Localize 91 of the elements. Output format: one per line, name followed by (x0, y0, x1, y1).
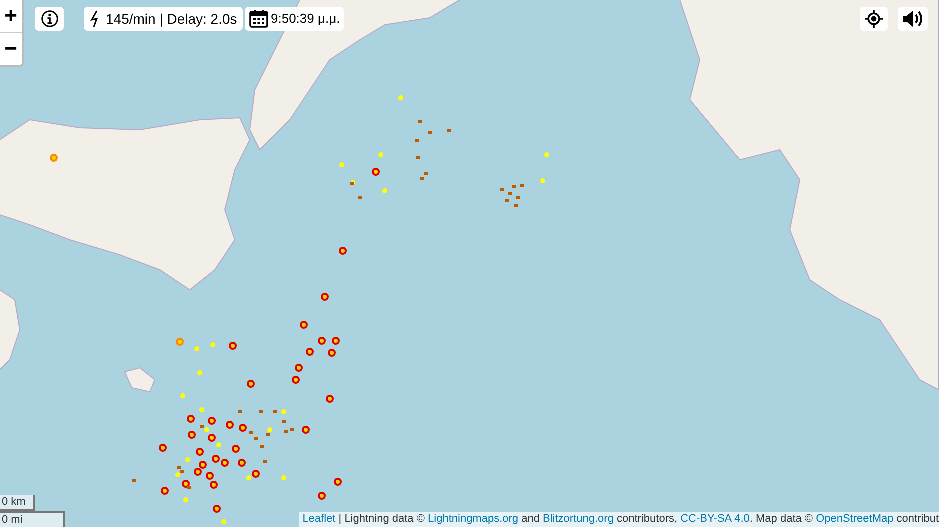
lightning-strike-marker (447, 129, 451, 132)
lightning-strike-marker (508, 192, 512, 195)
lightning-strike-marker (424, 172, 428, 175)
lightning-strike-marker (259, 410, 263, 413)
lightning-strike-marker (249, 431, 253, 434)
lightning-strike-marker (302, 426, 310, 434)
lightning-strike-marker (505, 199, 509, 202)
lightning-strike-marker (398, 96, 404, 100)
lightning-strike-marker (332, 337, 340, 345)
lightning-strike-marker (232, 445, 240, 453)
time-text: 9:50:39 μ.μ. (271, 10, 340, 28)
lightning-strike-marker (159, 444, 167, 452)
lightning-strike-marker (50, 154, 58, 162)
lightning-strike-marker (186, 458, 190, 462)
locate-button[interactable] (860, 7, 888, 31)
lightning-strike-marker (200, 408, 204, 412)
island-shape (124, 367, 156, 393)
lightning-strike-marker (326, 395, 334, 403)
lightning-strike-marker (188, 431, 196, 439)
lightning-strike-marker (226, 421, 234, 429)
lightning-strike-marker (196, 448, 204, 456)
lightning-strike-marker (282, 476, 286, 480)
lightning-strike-marker (194, 346, 200, 352)
zoom-out-button[interactable]: − (0, 33, 22, 65)
info-icon (40, 10, 58, 28)
lightning-strike-marker (418, 120, 422, 123)
lightning-strike-marker (161, 487, 169, 495)
lightning-strike-marker (378, 152, 384, 158)
lightning-strike-marker (540, 178, 546, 184)
lightning-strike-marker (318, 337, 326, 345)
lightning-strike-marker (282, 420, 286, 423)
lightning-strike-marker (321, 293, 329, 301)
lightning-strike-marker (247, 380, 255, 388)
attribution-link[interactable]: Blitzortung.org (543, 513, 614, 525)
lightning-strike-marker (132, 479, 136, 482)
rate-text: 145/min | Delay: 2.0s (106, 10, 238, 29)
lightning-strike-marker (334, 478, 342, 486)
lightning-strike-marker (254, 437, 258, 440)
lightning-strike-marker (328, 349, 336, 357)
lightning-strike-marker (520, 184, 524, 187)
lightning-strike-marker (544, 152, 550, 158)
lightning-strike-marker (306, 348, 314, 356)
lightning-strike-marker (415, 139, 419, 142)
lightning-strike-marker (238, 410, 242, 413)
lightning-strike-marker (340, 162, 344, 168)
lightning-strike-marker (300, 321, 308, 329)
lightning-strike-marker (180, 394, 186, 398)
lightning-strike-marker (358, 196, 362, 199)
attribution-text: Leaflet | Lightning data © Lightningmaps.org and Blitzortung.org contributors, CC-BY-SA 4.0. Map data © OpenStreetMap contribut (302, 512, 939, 527)
lightning-strike-marker (372, 168, 380, 176)
lightning-strike-marker (210, 342, 216, 348)
sound-button[interactable] (898, 7, 928, 31)
lightning-strike-marker (428, 131, 432, 134)
info-button[interactable] (35, 7, 64, 31)
lightning-strike-marker (187, 415, 195, 423)
lightning-strike-marker (213, 505, 221, 513)
lightning-strike-marker (290, 428, 294, 431)
lightning-strike-marker (229, 342, 237, 350)
scale-bar-km: 0 km (0, 495, 35, 511)
lightning-strike-marker (416, 156, 420, 159)
zoom-in-button[interactable]: + (0, 0, 22, 33)
attribution-link[interactable]: Lightningmaps.org (428, 513, 519, 525)
lightning-strike-marker (516, 196, 520, 199)
locate-icon (865, 10, 883, 28)
lightning-strike-marker (292, 376, 300, 384)
lightning-strike-marker (284, 430, 288, 433)
lightning-strike-marker (238, 459, 246, 467)
calendar-icon (249, 9, 269, 29)
lightning-strike-marker (222, 520, 226, 524)
lightning-strike-marker (273, 410, 277, 413)
lightning-strike-marker (176, 338, 184, 346)
lightning-strike-marker (318, 492, 326, 500)
lightning-strike-marker (382, 188, 388, 194)
lightning-strike-marker (420, 177, 424, 180)
lightning-strike-marker (514, 204, 518, 207)
attribution-link[interactable]: CC-BY-SA 4.0 (680, 513, 750, 525)
lightning-strike-marker (295, 364, 303, 372)
lightning-strike-marker (512, 185, 516, 188)
lightning-strike-marker (198, 370, 202, 376)
lightning-strike-marker (282, 410, 286, 414)
lightning-strike-marker (263, 460, 267, 463)
lightning-strike-marker (239, 424, 247, 432)
attribution-link[interactable]: Leaflet (302, 513, 336, 525)
attribution-link[interactable]: OpenStreetMap (816, 513, 894, 525)
speaker-icon (902, 10, 924, 28)
scale-bar-mi: 0 mi (0, 511, 65, 527)
lightning-strike-marker (260, 445, 264, 448)
lightning-strike-marker (208, 417, 216, 425)
lightning-strike-marker (339, 247, 347, 255)
lightning-strike-marker (184, 498, 188, 502)
lightning-strike-marker (500, 188, 504, 191)
